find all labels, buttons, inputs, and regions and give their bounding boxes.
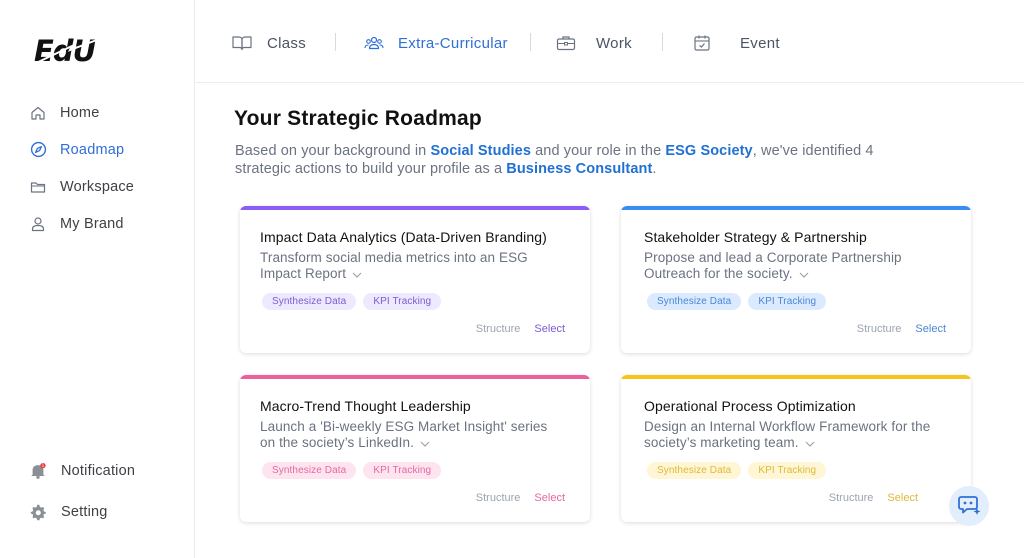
tag-chip: Synthesize Data (262, 462, 357, 479)
background-highlight: Social Studies (430, 143, 531, 159)
card-accent-bar (621, 375, 971, 379)
card-accent-bar (240, 375, 590, 379)
roadmap-card[interactable]: Stakeholder Strategy & Partnership Propo… (621, 206, 971, 353)
folder-icon (29, 178, 47, 196)
card-tags: Synthesize Data KPI Tracking (647, 293, 833, 310)
card-actions: Structure Select (857, 323, 946, 335)
tab-divider (530, 33, 531, 51)
card-title: Stakeholder Strategy & Partnership (644, 229, 867, 245)
sidebar: EdU Home Roadmap Workspace My Brand 1 No… (0, 0, 195, 558)
card-description-text: Design an Internal Workflow Framework fo… (644, 419, 931, 450)
card-description: Design an Internal Workflow Framework fo… (644, 419, 944, 451)
tab-label: Extra-Curricular (398, 34, 508, 52)
calendar-icon (692, 33, 712, 53)
card-title: Macro-Trend Thought Leadership (260, 398, 471, 414)
sidebar-bottom-nav: 1 Notification Setting (0, 450, 195, 532)
sidebar-item-label: My Brand (60, 215, 124, 232)
select-button[interactable]: Select (534, 323, 565, 335)
card-title: Impact Data Analytics (Data-Driven Brand… (260, 229, 547, 245)
sidebar-nav: Home Roadmap Workspace My Brand (0, 94, 195, 242)
card-description: Launch a 'Bi-weekly ESG Market Insight' … (260, 419, 560, 451)
sidebar-item-label: Notification (61, 462, 136, 479)
sidebar-item-roadmap[interactable]: Roadmap (0, 131, 195, 168)
tag-chip: Synthesize Data (647, 462, 742, 479)
notification-badge: 1 (42, 463, 45, 468)
structure-button[interactable]: Structure (476, 323, 521, 335)
tag-chip: Synthesize Data (262, 293, 357, 310)
tag-chip: KPI Tracking (363, 462, 442, 479)
card-tags: Synthesize Data KPI Tracking (262, 293, 448, 310)
card-description: Transform social media metrics into an E… (260, 250, 560, 282)
tab-label: Event (740, 34, 780, 52)
select-button[interactable]: Select (887, 492, 918, 504)
chevron-down-icon[interactable] (799, 266, 809, 282)
card-accent-bar (621, 206, 971, 210)
intro-text: Based on your background in Social Studi… (235, 142, 875, 178)
tab-label: Class (267, 34, 307, 52)
sidebar-item-label: Roadmap (60, 141, 125, 158)
sidebar-item-home[interactable]: Home (0, 94, 195, 131)
tab-divider (662, 33, 663, 51)
sidebar-item-my-brand[interactable]: My Brand (0, 205, 195, 242)
intro-text-segment: . (652, 161, 657, 177)
structure-button[interactable]: Structure (857, 323, 902, 335)
sidebar-item-notification[interactable]: 1 Notification (0, 450, 195, 491)
tag-chip: KPI Tracking (748, 293, 827, 310)
card-description-text: Launch a 'Bi-weekly ESG Market Insight' … (260, 419, 548, 450)
role-org-highlight: ESG Society (665, 143, 753, 159)
tag-chip: Synthesize Data (647, 293, 742, 310)
card-description: Propose and lead a Corporate Partnership… (644, 250, 944, 282)
tab-label: Work (596, 34, 632, 52)
sidebar-item-label: Workspace (60, 178, 135, 195)
roadmap-card[interactable]: Macro-Trend Thought Leadership Launch a … (240, 375, 590, 522)
intro-text-segment: Based on your background in (235, 143, 431, 159)
bell-icon: 1 (29, 462, 47, 480)
chevron-down-icon[interactable] (805, 435, 815, 451)
logo-text: EdU (34, 34, 96, 68)
tab-extra-curricular[interactable]: Extra-Curricular (364, 30, 508, 56)
select-button[interactable]: Select (534, 492, 565, 504)
sidebar-item-label: Home (60, 104, 100, 121)
intro-text-segment: and your role in the (530, 143, 666, 159)
select-button[interactable]: Select (915, 323, 946, 335)
chevron-down-icon[interactable] (352, 266, 362, 282)
tag-chip: KPI Tracking (363, 293, 442, 310)
card-actions: Structure Select (476, 323, 565, 335)
home-icon (29, 104, 47, 122)
users-icon (364, 33, 384, 53)
structure-button[interactable]: Structure (476, 492, 521, 504)
user-icon (29, 215, 47, 233)
chatbot-icon (957, 492, 981, 521)
gear-icon (29, 503, 47, 521)
sidebar-item-label: Setting (61, 503, 108, 520)
card-description-text: Transform social media metrics into an E… (260, 250, 528, 281)
tab-divider (335, 33, 336, 51)
card-tags: Synthesize Data KPI Tracking (262, 462, 448, 479)
target-role-highlight: Business Consultant (506, 161, 653, 177)
card-tags: Synthesize Data KPI Tracking (647, 462, 833, 479)
card-description-text: Propose and lead a Corporate Partnership… (644, 250, 902, 281)
tab-work[interactable]: Work (556, 30, 632, 56)
structure-button[interactable]: Structure (829, 492, 874, 504)
chevron-down-icon[interactable] (420, 435, 430, 451)
ai-assistant-button[interactable] (949, 486, 989, 526)
card-actions: Structure Select (829, 492, 918, 504)
sidebar-item-workspace[interactable]: Workspace (0, 168, 195, 205)
tab-class[interactable]: Class (232, 30, 306, 56)
roadmap-card[interactable]: Impact Data Analytics (Data-Driven Brand… (240, 206, 590, 353)
roadmap-card[interactable]: Operational Process Optimization Design … (621, 375, 971, 522)
page-title: Your Strategic Roadmap (234, 107, 482, 130)
top-tab-bar: Class Extra-Curricular Work Event (195, 0, 1024, 83)
briefcase-icon (556, 33, 576, 53)
compass-icon (29, 141, 47, 159)
sidebar-item-setting[interactable]: Setting (0, 491, 195, 532)
edu-logo[interactable]: EdU (32, 30, 108, 70)
card-title: Operational Process Optimization (644, 398, 856, 414)
card-accent-bar (240, 206, 590, 210)
tab-event[interactable]: Event (692, 30, 780, 56)
book-icon (232, 33, 252, 53)
tag-chip: KPI Tracking (748, 462, 827, 479)
card-actions: Structure Select (476, 492, 565, 504)
